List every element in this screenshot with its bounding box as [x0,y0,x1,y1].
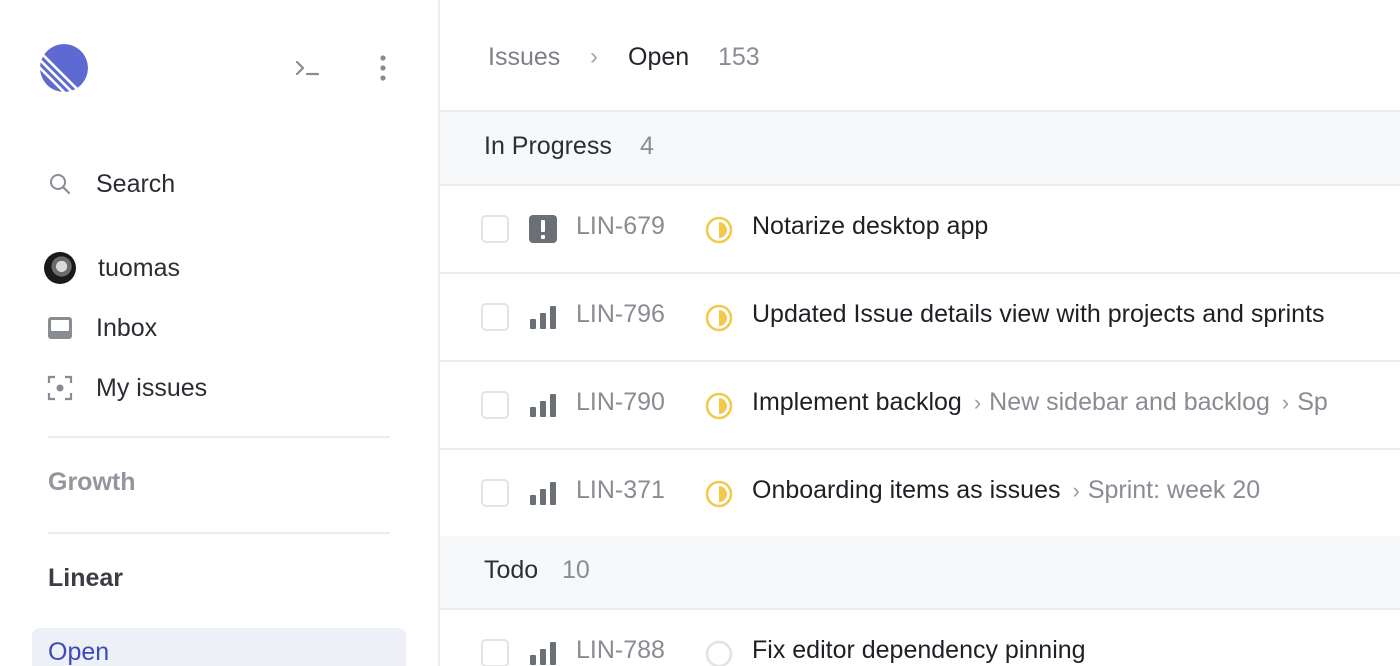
high-priority-icon[interactable] [528,478,558,508]
issue-checkbox[interactable] [481,303,509,331]
sidebar-item-my-issues[interactable]: My issues [44,368,207,408]
issue-checkbox[interactable] [481,391,509,419]
issue-checkbox[interactable] [481,215,509,243]
page-title: Open [628,43,690,71]
high-priority-icon[interactable] [528,638,558,666]
sidebar-item-open[interactable]: Open [32,628,406,666]
issue-sprint[interactable]: Sp [1297,388,1328,416]
sidebar-item-label: Search [96,169,176,198]
issue-row[interactable]: LIN-788 Fix editor dependency pinning [440,610,1400,666]
group-count: 4 [640,132,654,160]
todo-status-icon[interactable] [704,639,734,666]
divider [48,532,390,534]
issue-title: Implement backlog [752,388,962,416]
issue-row[interactable]: LIN-679 Notarize desktop app [440,186,1400,274]
more-vertical-icon[interactable] [365,50,401,86]
group-count: 10 [562,556,590,584]
issue-row[interactable]: LIN-371 Onboarding items as issues › Sprin… [440,450,1400,538]
sidebar-item-label: Inbox [96,313,158,342]
issue-id: LIN-371 [576,476,665,504]
my-issues-icon [44,372,76,404]
terminal-icon[interactable] [290,50,326,86]
chevron-right-icon: › [1281,390,1290,415]
avatar [44,252,76,284]
group-title: Todo [484,556,539,584]
chevron-right-icon: › [1072,478,1080,503]
sidebar-item-label: Open [48,638,110,666]
group-header-in-progress[interactable]: In Progress 4 [440,112,1400,186]
sidebar: Search tuomas Inbox My issues Growth Lin… [0,0,440,666]
issues-panel: Issues › Open 153 In Progress 4 LIN-679 [440,0,1400,666]
breadcrumb-issues[interactable]: Issues [488,40,560,74]
issue-row[interactable]: LIN-790 Implement backlog › New sidebar an… [440,362,1400,450]
issue-sprint[interactable]: Sprint: week 20 [1088,476,1260,504]
in-progress-status-icon[interactable] [704,391,734,421]
sidebar-item-user[interactable]: tuomas [44,248,180,288]
issue-count: 153 [718,43,760,71]
sidebar-item-search[interactable]: Search [44,164,175,204]
chevron-right-icon: › [590,43,598,70]
issue-title: Onboarding items as issues [752,476,1061,504]
user-name: tuomas [98,253,180,282]
in-progress-status-icon[interactable] [704,479,734,509]
issue-id: LIN-788 [576,636,665,664]
sidebar-item-inbox[interactable]: Inbox [44,308,157,348]
issue-title: Notarize desktop app [752,212,989,240]
issue-title: Fix editor dependency pinning [752,636,1086,664]
issue-title: Updated Issue details view with projects… [752,300,1325,328]
in-progress-status-icon[interactable] [704,303,734,333]
issue-id: LIN-796 [576,300,665,328]
in-progress-status-icon[interactable] [704,215,734,245]
urgent-priority-icon[interactable] [528,214,558,244]
breadcrumb: Issues › Open 153 [440,0,1400,112]
issue-project[interactable]: New sidebar and backlog [989,388,1270,416]
search-icon [44,168,76,200]
team-linear[interactable]: Linear [48,564,123,593]
issue-id: LIN-790 [576,388,665,416]
team-growth[interactable]: Growth [48,468,136,497]
sidebar-item-label: My issues [96,373,208,402]
issue-id: LIN-679 [576,212,665,240]
linear-logo-icon[interactable] [40,44,88,92]
issue-checkbox[interactable] [481,479,509,507]
app-window: Search tuomas Inbox My issues Growth Lin… [0,0,1400,666]
group-header-todo[interactable]: Todo 10 [440,536,1400,610]
issue-checkbox[interactable] [481,639,509,666]
group-title: In Progress [484,132,612,160]
high-priority-icon[interactable] [528,302,558,332]
inbox-icon [44,312,76,344]
divider [48,436,390,438]
high-priority-icon[interactable] [528,390,558,420]
issue-row[interactable]: LIN-796 Updated Issue details view with … [440,274,1400,362]
chevron-right-icon: › [973,390,982,415]
